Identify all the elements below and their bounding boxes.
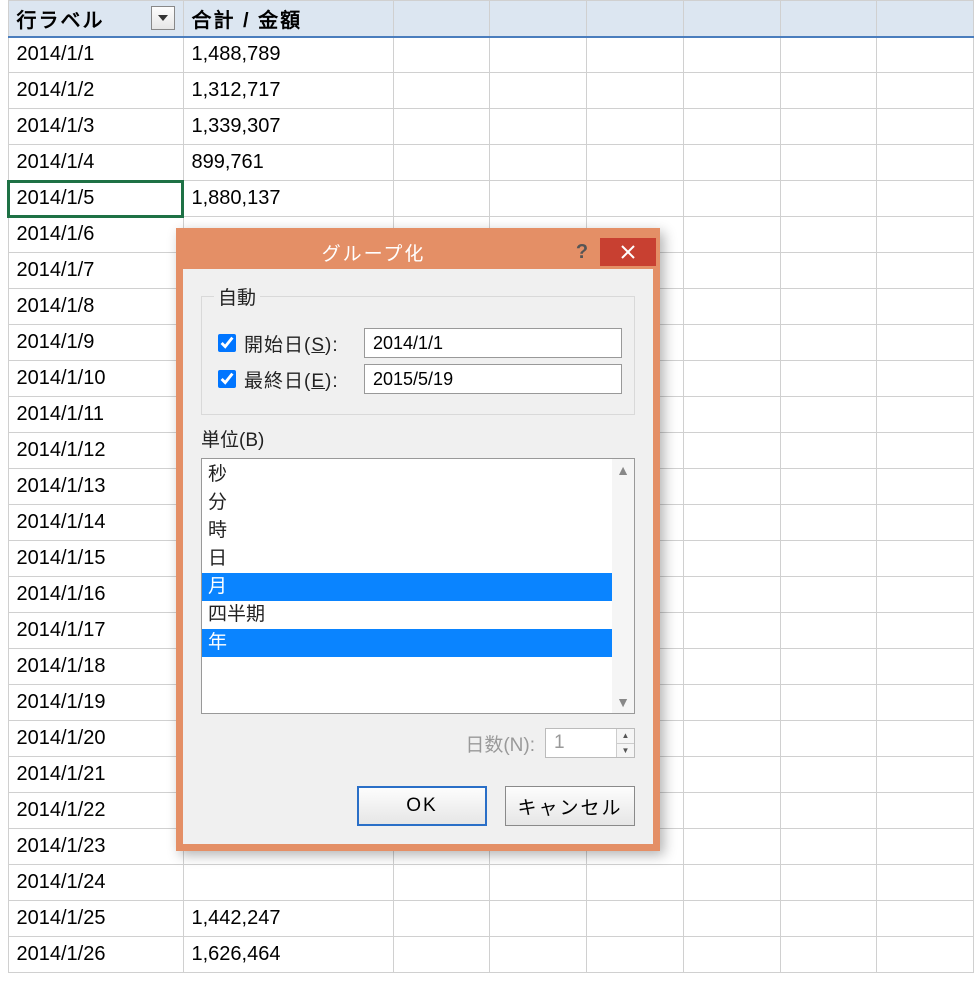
- unit-label: 単位(B): [201, 425, 635, 452]
- cancel-button[interactable]: キャンセル: [505, 786, 635, 826]
- row-label-cell[interactable]: 2014/1/10: [8, 361, 183, 397]
- row-label-cell[interactable]: 2014/1/2: [8, 73, 183, 109]
- value-cell[interactable]: 1,626,464: [183, 937, 393, 973]
- dialog-titlebar[interactable]: グループ化 ?: [183, 235, 653, 269]
- row-label-cell[interactable]: 2014/1/21: [8, 757, 183, 793]
- row-label-cell[interactable]: 2014/1/26: [8, 937, 183, 973]
- unit-option[interactable]: 秒: [202, 461, 612, 489]
- spinner-up-icon[interactable]: ▲: [617, 729, 634, 744]
- auto-legend: 自動: [214, 283, 260, 310]
- row-label-cell[interactable]: 2014/1/5: [8, 181, 183, 217]
- ok-button[interactable]: OK: [357, 786, 487, 826]
- row-label-cell[interactable]: 2014/1/11: [8, 397, 183, 433]
- row-label-cell[interactable]: 2014/1/13: [8, 469, 183, 505]
- row-label-cell[interactable]: 2014/1/1: [8, 37, 183, 73]
- days-value: 1: [546, 729, 616, 757]
- grouping-dialog: グループ化 ? 自動 開始日(S): 最終日(E): 単位(B) 秒分時日月四半…: [176, 228, 660, 851]
- value-cell[interactable]: 1,880,137: [183, 181, 393, 217]
- value-cell[interactable]: 899,761: [183, 145, 393, 181]
- close-icon[interactable]: [600, 238, 656, 266]
- auto-fieldset: 自動 開始日(S): 最終日(E):: [201, 283, 635, 415]
- help-icon[interactable]: ?: [564, 241, 600, 264]
- scroll-down-icon[interactable]: ▼: [616, 695, 630, 709]
- row-label-cell[interactable]: 2014/1/25: [8, 901, 183, 937]
- row-label-cell[interactable]: 2014/1/4: [8, 145, 183, 181]
- unit-option[interactable]: 月: [202, 573, 612, 601]
- end-date-label: 最終日(E):: [244, 366, 364, 393]
- start-date-checkbox[interactable]: [218, 334, 236, 352]
- value-cell[interactable]: 1,312,717: [183, 73, 393, 109]
- unit-option[interactable]: 四半期: [202, 601, 612, 629]
- days-spinner: 1 ▲ ▼: [545, 728, 635, 758]
- unit-listbox[interactable]: 秒分時日月四半期年 ▲ ▼: [201, 458, 635, 714]
- unit-option[interactable]: 年: [202, 629, 612, 657]
- dialog-title: グループ化: [183, 239, 564, 266]
- days-label: 日数(N):: [465, 730, 535, 757]
- start-date-input[interactable]: [364, 328, 622, 358]
- row-label-cell[interactable]: 2014/1/23: [8, 829, 183, 865]
- value-cell[interactable]: [183, 865, 393, 901]
- value-cell[interactable]: 1,442,247: [183, 901, 393, 937]
- unit-option[interactable]: 時: [202, 517, 612, 545]
- filter-dropdown-icon[interactable]: [151, 6, 175, 30]
- value-cell[interactable]: 1,339,307: [183, 109, 393, 145]
- row-label-cell[interactable]: 2014/1/20: [8, 721, 183, 757]
- row-label-cell[interactable]: 2014/1/8: [8, 289, 183, 325]
- row-label-cell[interactable]: 2014/1/15: [8, 541, 183, 577]
- row-label-cell[interactable]: 2014/1/24: [8, 865, 183, 901]
- value-cell[interactable]: 1,488,789: [183, 37, 393, 73]
- row-label-cell[interactable]: 2014/1/6: [8, 217, 183, 253]
- spinner-down-icon[interactable]: ▼: [617, 744, 634, 758]
- row-label-cell[interactable]: 2014/1/17: [8, 613, 183, 649]
- row-label-cell[interactable]: 2014/1/19: [8, 685, 183, 721]
- end-date-input[interactable]: [364, 364, 622, 394]
- end-date-checkbox[interactable]: [218, 370, 236, 388]
- row-label-cell[interactable]: 2014/1/9: [8, 325, 183, 361]
- scroll-up-icon[interactable]: ▲: [616, 463, 630, 477]
- row-label-cell[interactable]: 2014/1/12: [8, 433, 183, 469]
- unit-option[interactable]: 分: [202, 489, 612, 517]
- row-label-cell[interactable]: 2014/1/3: [8, 109, 183, 145]
- header-row-label[interactable]: 行ラベル: [8, 1, 183, 37]
- row-label-cell[interactable]: 2014/1/18: [8, 649, 183, 685]
- header-sum-amount: 合計 / 金額: [183, 1, 393, 37]
- listbox-scrollbar[interactable]: ▲ ▼: [612, 459, 634, 713]
- row-label-cell[interactable]: 2014/1/14: [8, 505, 183, 541]
- unit-option[interactable]: 日: [202, 545, 612, 573]
- row-label-cell[interactable]: 2014/1/22: [8, 793, 183, 829]
- row-label-cell[interactable]: 2014/1/7: [8, 253, 183, 289]
- start-date-label: 開始日(S):: [244, 330, 364, 357]
- row-label-cell[interactable]: 2014/1/16: [8, 577, 183, 613]
